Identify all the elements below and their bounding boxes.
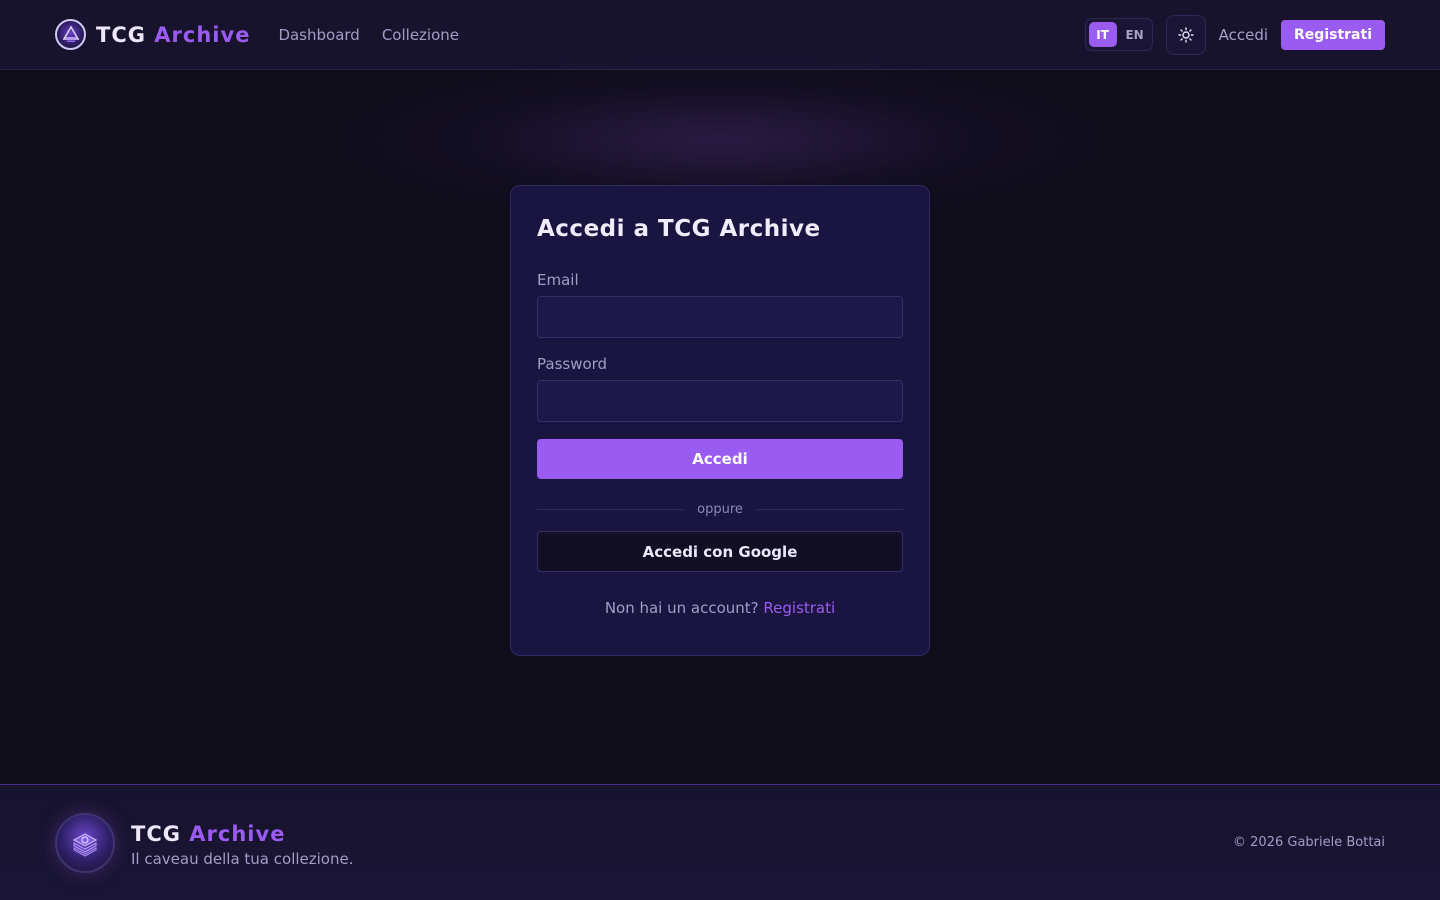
signup-link[interactable]: Registrati xyxy=(763,599,835,617)
divider-line-left xyxy=(537,508,684,510)
language-switcher: IT EN xyxy=(1084,18,1153,51)
login-title: Accedi a TCG Archive xyxy=(537,216,821,242)
brand-link[interactable]: TCG Archive xyxy=(55,19,250,50)
site-footer: TCG Archive Il caveau della tua collezio… xyxy=(0,784,1440,900)
footer-tagline: Il caveau della tua collezione. xyxy=(131,849,354,868)
login-card: Accedi a TCG Archive Email Password Acce… xyxy=(510,185,930,656)
google-login-button[interactable]: Accedi con Google xyxy=(537,531,903,572)
main-nav: Dashboard Collezione xyxy=(278,26,459,44)
brand-word-2: Archive xyxy=(154,22,251,47)
lang-en-button[interactable]: EN xyxy=(1121,22,1149,47)
nav-dashboard-link[interactable]: Dashboard xyxy=(278,26,359,44)
footer-brand-word-2: Archive xyxy=(189,821,286,846)
password-label: Password xyxy=(537,355,608,373)
email-field[interactable] xyxy=(537,296,903,338)
signup-prompt-line: Non hai un account? Registrati xyxy=(537,599,903,617)
divider-line-right xyxy=(756,508,904,510)
brand-name: TCG Archive xyxy=(96,23,250,47)
header-register-button[interactable]: Registrati xyxy=(1281,19,1385,50)
email-label: Email xyxy=(537,271,579,289)
footer-brand-name: TCG Archive xyxy=(131,822,353,846)
header-actions: IT EN Accedi Registrati xyxy=(1084,14,1385,55)
signup-prompt-text: Non hai un account? xyxy=(604,599,759,617)
footer-brand-word-1: TCG xyxy=(131,821,181,846)
footer-brand: TCG Archive Il caveau della tua collezio… xyxy=(131,822,353,868)
footer-logo-icon xyxy=(55,812,115,873)
brand-word-1: TCG xyxy=(96,22,146,47)
sun-icon xyxy=(1177,26,1194,43)
lang-it-button[interactable]: IT xyxy=(1088,22,1117,47)
logo-icon xyxy=(55,19,86,50)
nav-collezione-link[interactable]: Collezione xyxy=(382,26,459,44)
top-navbar: TCG Archive Dashboard Collezione IT EN A… xyxy=(0,0,1440,70)
password-field[interactable] xyxy=(537,380,903,422)
login-submit-button[interactable]: Accedi xyxy=(537,439,903,479)
or-divider: oppure xyxy=(537,500,904,518)
divider-text: oppure xyxy=(697,501,743,517)
theme-toggle-button[interactable] xyxy=(1165,14,1206,55)
copyright-text: © 2026 Gabriele Bottai xyxy=(1233,835,1385,850)
header-login-link[interactable]: Accedi xyxy=(1219,26,1268,44)
